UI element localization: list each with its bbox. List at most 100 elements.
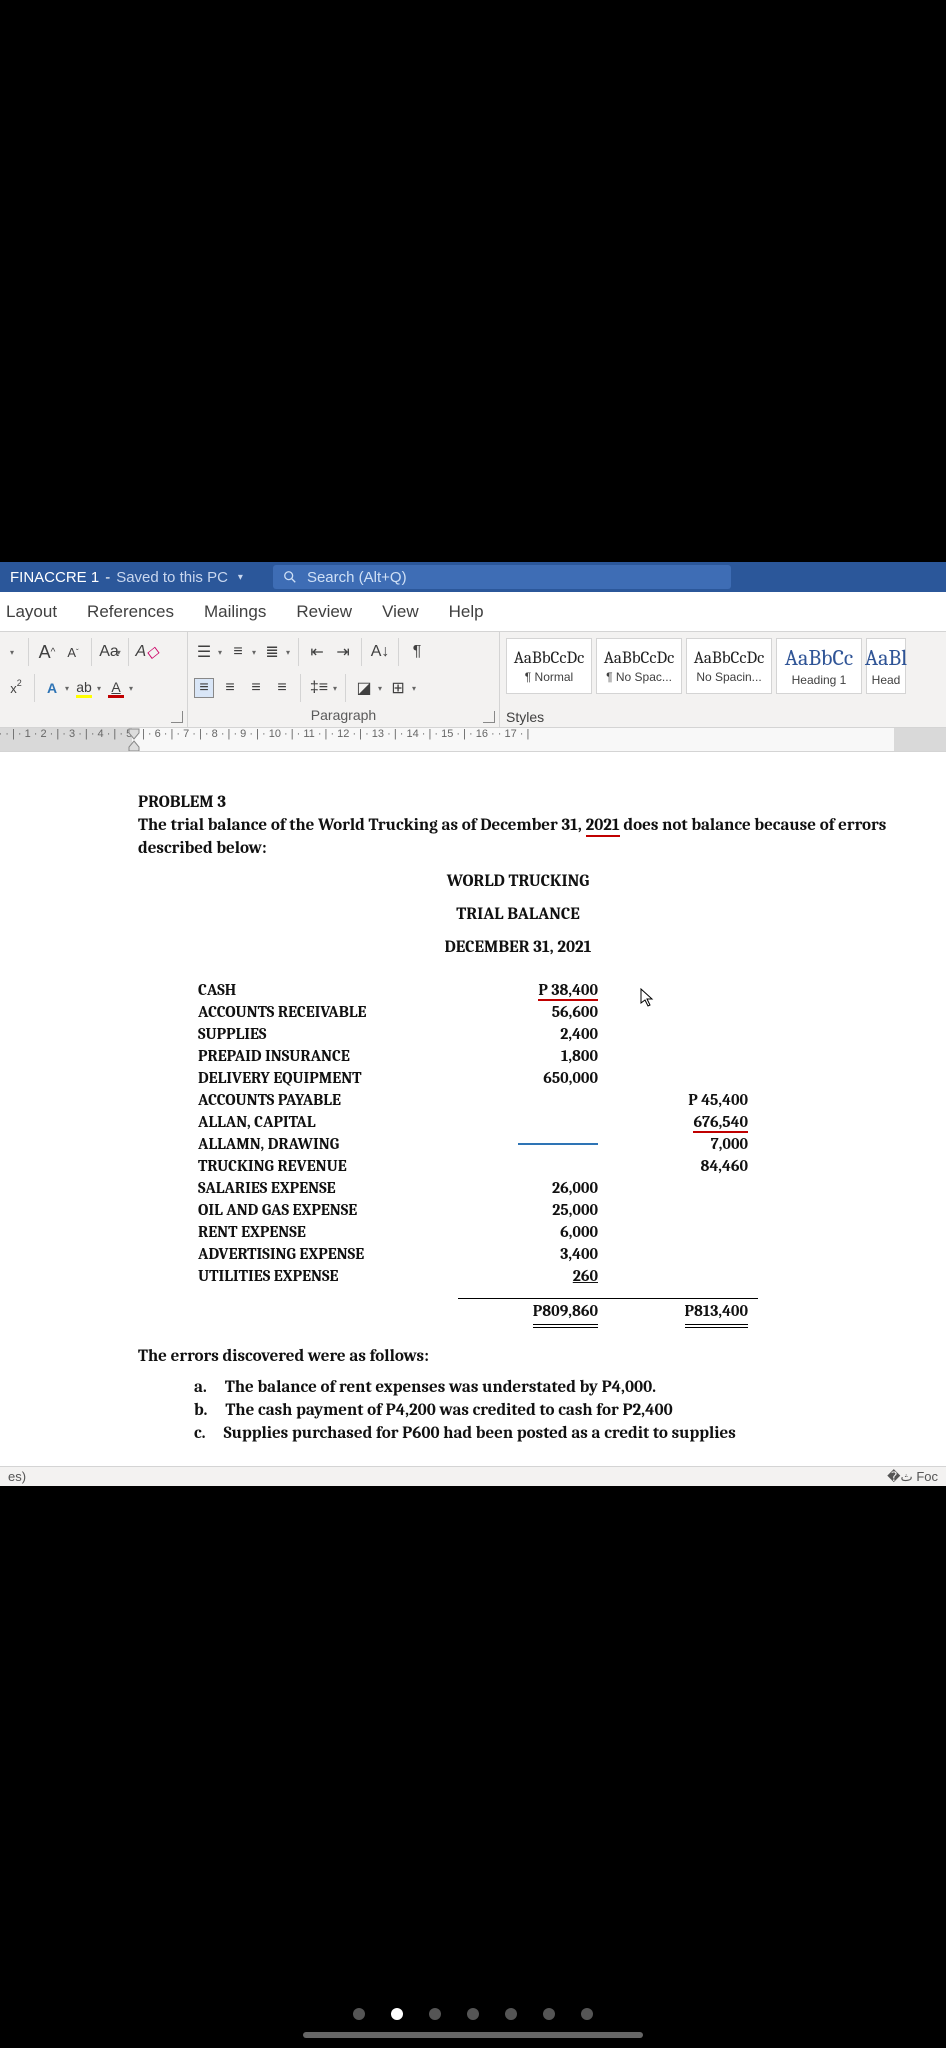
carousel-pager[interactable] [0, 2008, 946, 2020]
horizontal-ruler[interactable]: · 1 · | · · | · 1 · 2 · | · 3 · | · 4 · … [0, 728, 946, 752]
table-row: DELIVERY EQUIPMENT650,000 [198, 1068, 808, 1090]
list-item: b.The cash payment of P4,200 was credite… [194, 1400, 898, 1423]
status-focus[interactable]: �ث Foc [887, 1469, 938, 1485]
superscript-button[interactable]: x2 [6, 678, 26, 698]
problem-heading: PROBLEM 3 [138, 792, 898, 815]
hanging-indent-icon[interactable] [128, 740, 140, 752]
chevron-down-icon[interactable]: ▾ [65, 684, 69, 693]
style-heading-2[interactable]: AaBl Head [866, 638, 906, 694]
pager-dot-active[interactable] [391, 2008, 403, 2020]
align-left-button[interactable]: ≡ [194, 678, 214, 698]
pager-dot[interactable] [543, 2008, 555, 2020]
chevron-down-icon[interactable]: ▾ [378, 684, 382, 693]
styles-group: AaBbCcDc ¶ Normal AaBbCcDc ¶ No Spac... … [500, 632, 946, 727]
separator [28, 638, 29, 666]
separator [361, 638, 362, 666]
table-row: ACCOUNTS RECEIVABLE56,600 [198, 1002, 808, 1024]
font-color-button[interactable]: A [107, 679, 125, 698]
shrink-font-button[interactable]: Aˇ [63, 642, 83, 662]
increase-indent-button[interactable]: ⇥ [333, 642, 353, 662]
total-debit: P809,860 [533, 1301, 598, 1329]
show-marks-button[interactable]: ¶ [407, 642, 427, 662]
save-status: Saved to this PC [116, 569, 228, 586]
chevron-down-icon[interactable]: ▾ [252, 648, 256, 657]
table-row: ALLAN, CAPITAL676,540 [198, 1112, 808, 1134]
pager-dot[interactable] [467, 2008, 479, 2020]
pager-dot[interactable] [429, 2008, 441, 2020]
tab-review[interactable]: Review [296, 602, 352, 622]
first-line-indent-icon[interactable] [128, 728, 140, 740]
year-underlined: 2021 [586, 816, 620, 837]
separator [128, 638, 129, 666]
focus-icon: �ث [887, 1469, 913, 1484]
chevron-down-icon[interactable]: ▾ [129, 684, 133, 693]
chevron-down-icon[interactable]: ▾ [97, 684, 101, 693]
style-normal[interactable]: AaBbCcDc ¶ Normal [506, 638, 592, 694]
table-row: CASHP 38,400 [198, 980, 808, 1002]
paragraph-dialog-launcher[interactable] [483, 711, 495, 723]
tab-layout[interactable]: Layout [6, 602, 57, 622]
errors-list: a.The balance of rent expenses was under… [194, 1377, 898, 1446]
table-total-row: P809,860 P813,400 [198, 1298, 808, 1329]
table-row: PREPAID INSURANCE1,800 [198, 1046, 808, 1068]
shading-button[interactable]: ◪ [354, 678, 374, 698]
separator [34, 674, 35, 702]
decrease-indent-button[interactable]: ⇤ [307, 642, 327, 662]
autosave-separator: - [105, 569, 110, 586]
style-no-spacing-2[interactable]: AaBbCcDc No Spacin... [686, 638, 772, 694]
tb-title: TRIAL BALANCE [138, 904, 898, 927]
font-group-label [6, 707, 181, 725]
pager-dot[interactable] [505, 2008, 517, 2020]
bullets-button[interactable]: ☰ [194, 642, 214, 662]
font-dropdown-icon[interactable]: ▾ [4, 642, 20, 662]
pager-dot[interactable] [353, 2008, 365, 2020]
highlight-button[interactable]: ab [75, 679, 93, 698]
chevron-down-icon[interactable]: ▾ [333, 684, 337, 693]
sort-button[interactable]: A↓ [370, 642, 390, 662]
font-dialog-launcher[interactable] [171, 711, 183, 723]
trial-balance-table: CASHP 38,400 ACCOUNTS RECEIVABLE56,600 S… [198, 980, 808, 1329]
align-right-button[interactable]: ≡ [246, 678, 266, 698]
title-dropdown-icon[interactable]: ▾ [238, 572, 243, 583]
line-spacing-button[interactable]: ‡≡ [309, 678, 329, 698]
table-row: ADVERTISING EXPENSE3,400 [198, 1244, 808, 1266]
tab-help[interactable]: Help [449, 602, 484, 622]
chevron-down-icon[interactable]: ▾ [412, 684, 416, 693]
tab-view[interactable]: View [382, 602, 419, 622]
chevron-down-icon[interactable]: ▾ [286, 648, 290, 657]
document-page[interactable]: PROBLEM 3 The trial balance of the World… [0, 752, 946, 1466]
viewport: FINACCRE 1 - Saved to this PC ▾ Search (… [0, 0, 946, 2048]
multilevel-list-button[interactable]: ≣ [262, 642, 282, 662]
search-input[interactable]: Search (Alt+Q) [273, 565, 731, 589]
grow-font-button[interactable]: A^ [37, 642, 57, 662]
table-row: TRUCKING REVENUE84,460 [198, 1156, 808, 1178]
text-effects-button[interactable]: A [43, 680, 61, 696]
table-row: SALARIES EXPENSE26,000 [198, 1178, 808, 1200]
search-icon [283, 570, 297, 584]
ribbon-tabs: Layout References Mailings Review View H… [0, 592, 946, 632]
numbering-button[interactable]: ≡ [228, 642, 248, 662]
separator [298, 638, 299, 666]
borders-button[interactable]: ⊞ [388, 678, 408, 698]
style-heading-1[interactable]: AaBbCc Heading 1 [776, 638, 862, 694]
ribbon: ▾ A^ Aˇ Aa▾ A◇ x2 A ▾ ab ▾ A ▾ [0, 632, 946, 728]
align-center-button[interactable]: ≡ [220, 678, 240, 698]
list-item: c.Supplies purchased for P600 had been p… [194, 1423, 898, 1446]
word-window: FINACCRE 1 - Saved to this PC ▾ Search (… [0, 562, 946, 1486]
table-row: UTILITIES EXPENSE260 [198, 1266, 808, 1288]
mouse-cursor-icon [640, 988, 654, 1008]
pager-dot[interactable] [581, 2008, 593, 2020]
chevron-down-icon[interactable]: ▾ [218, 648, 222, 657]
change-case-button[interactable]: Aa▾ [100, 642, 120, 662]
separator [398, 638, 399, 666]
tab-mailings[interactable]: Mailings [204, 602, 266, 622]
style-no-spacing[interactable]: AaBbCcDc ¶ No Spac... [596, 638, 682, 694]
justify-button[interactable]: ≡ [272, 678, 292, 698]
separator [91, 638, 92, 666]
home-indicator[interactable] [303, 2032, 643, 2038]
tab-references[interactable]: References [87, 602, 174, 622]
status-left: es) [8, 1469, 26, 1484]
clear-formatting-button[interactable]: A◇ [137, 642, 157, 662]
table-row: OIL AND GAS EXPENSE25,000 [198, 1200, 808, 1222]
font-group: ▾ A^ Aˇ Aa▾ A◇ x2 A ▾ ab ▾ A ▾ [0, 632, 188, 727]
